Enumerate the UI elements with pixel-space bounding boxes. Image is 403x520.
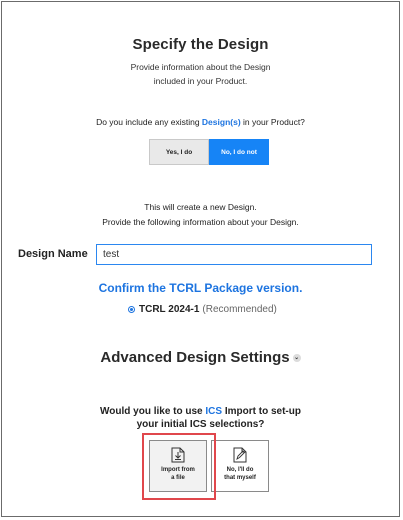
design-name-input[interactable] bbox=[96, 244, 372, 265]
import-caption-line-2: a file bbox=[171, 475, 185, 481]
no-i-do-not-button[interactable]: No, I do not bbox=[209, 139, 269, 165]
design-name-label: Design Name bbox=[18, 248, 88, 260]
dialog-frame: Specify the Design Provide information a… bbox=[1, 1, 400, 517]
chevron-down-icon[interactable]: ⌄ bbox=[292, 354, 301, 363]
info-line-2: Provide the following information about … bbox=[102, 217, 299, 227]
page-title: Specify the Design bbox=[132, 36, 269, 53]
existing-design-question: Do you include any existing Design(s) in… bbox=[2, 117, 399, 127]
ics-question-line-1: Would you like to use ICS Import to set-… bbox=[2, 405, 399, 418]
info-line-1: This will create a new Design. bbox=[144, 202, 257, 212]
manual-caption-line-2: that myself bbox=[224, 475, 256, 481]
manual-caption-line-1: No, I'll do bbox=[226, 467, 254, 473]
ics-question-suffix: Import to set-up bbox=[222, 406, 301, 417]
subtitle-line-1: Provide information about the Design bbox=[130, 62, 271, 72]
advanced-settings-title: Advanced Design Settings bbox=[100, 349, 290, 366]
import-caption-line-1: Import from bbox=[161, 467, 195, 473]
page-subtitle: Provide information about the Design inc… bbox=[2, 60, 399, 88]
existing-design-question-suffix: in your Product? bbox=[240, 117, 305, 127]
ics-import-question: Would you like to use ICS Import to set-… bbox=[2, 405, 399, 431]
ics-question-prefix: Would you like to use bbox=[100, 406, 206, 417]
new-design-info: This will create a new Design. Provide t… bbox=[2, 200, 399, 230]
file-download-icon bbox=[171, 447, 185, 463]
file-edit-icon bbox=[233, 447, 247, 463]
tcrl-package-option[interactable]: TCRL 2024-1 (Recommended) bbox=[128, 304, 277, 315]
yes-i-do-button[interactable]: Yes, I do bbox=[149, 139, 209, 165]
tcrl-option-label: TCRL 2024-1 bbox=[139, 304, 200, 315]
designs-link[interactable]: Design(s) bbox=[202, 117, 241, 127]
import-from-file-button[interactable]: Import from a file bbox=[149, 440, 207, 492]
tcrl-option-note: (Recommended) bbox=[202, 304, 277, 315]
ics-question-line-2: your initial ICS selections? bbox=[136, 419, 265, 430]
subtitle-line-2: included in your Product. bbox=[153, 76, 248, 86]
do-it-myself-button[interactable]: No, I'll do that myself bbox=[211, 440, 269, 492]
advanced-settings-section: Advanced Design Settings ⌄ bbox=[2, 349, 399, 366]
package-heading: Confirm the TCRL Package version. bbox=[98, 281, 303, 295]
existing-design-question-prefix: Do you include any existing bbox=[96, 117, 202, 127]
ics-link[interactable]: ICS bbox=[205, 406, 222, 417]
radio-selected-dot bbox=[130, 308, 133, 311]
tcrl-radio-button[interactable] bbox=[128, 306, 135, 313]
